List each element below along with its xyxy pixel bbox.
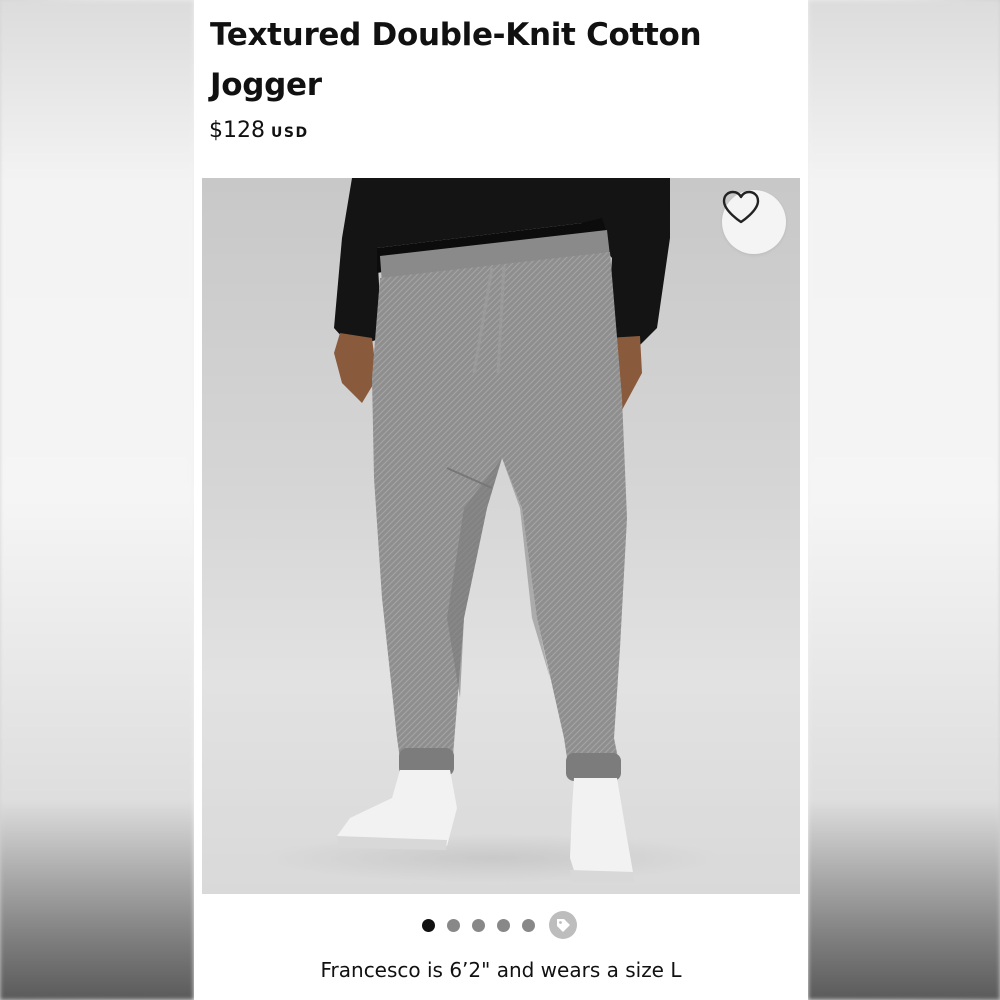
product-title-line-2: Jogger <box>210 67 322 103</box>
carousel-dot-3[interactable] <box>472 918 485 932</box>
product-price: $128 USD <box>209 118 309 143</box>
price-tag-icon <box>557 919 570 932</box>
image-carousel-pagination <box>422 910 577 940</box>
product-title: Textured Double-Knit Cotton Jogger <box>210 10 770 110</box>
blurred-background-right <box>808 0 1000 1000</box>
model-size-note: Francesco is 6’2" and wears a size L <box>320 958 682 982</box>
product-image[interactable] <box>202 178 800 894</box>
jogger-photo-illustration <box>262 178 722 882</box>
carousel-dot-4[interactable] <box>497 918 510 932</box>
carousel-dot-1[interactable] <box>422 918 435 932</box>
carousel-dot-2[interactable] <box>447 918 460 932</box>
product-title-line-1: Textured Double-Knit Cotton <box>210 17 702 53</box>
blurred-background-left <box>0 0 194 1000</box>
price-tag-icon-button[interactable] <box>549 911 577 939</box>
heart-icon <box>722 190 760 224</box>
product-panel: Textured Double-Knit Cotton Jogger $128 … <box>194 0 808 1000</box>
price-currency: USD <box>271 125 309 141</box>
carousel-dot-5[interactable] <box>522 918 535 932</box>
price-amount: $128 <box>209 118 265 143</box>
wishlist-button[interactable] <box>722 190 786 254</box>
